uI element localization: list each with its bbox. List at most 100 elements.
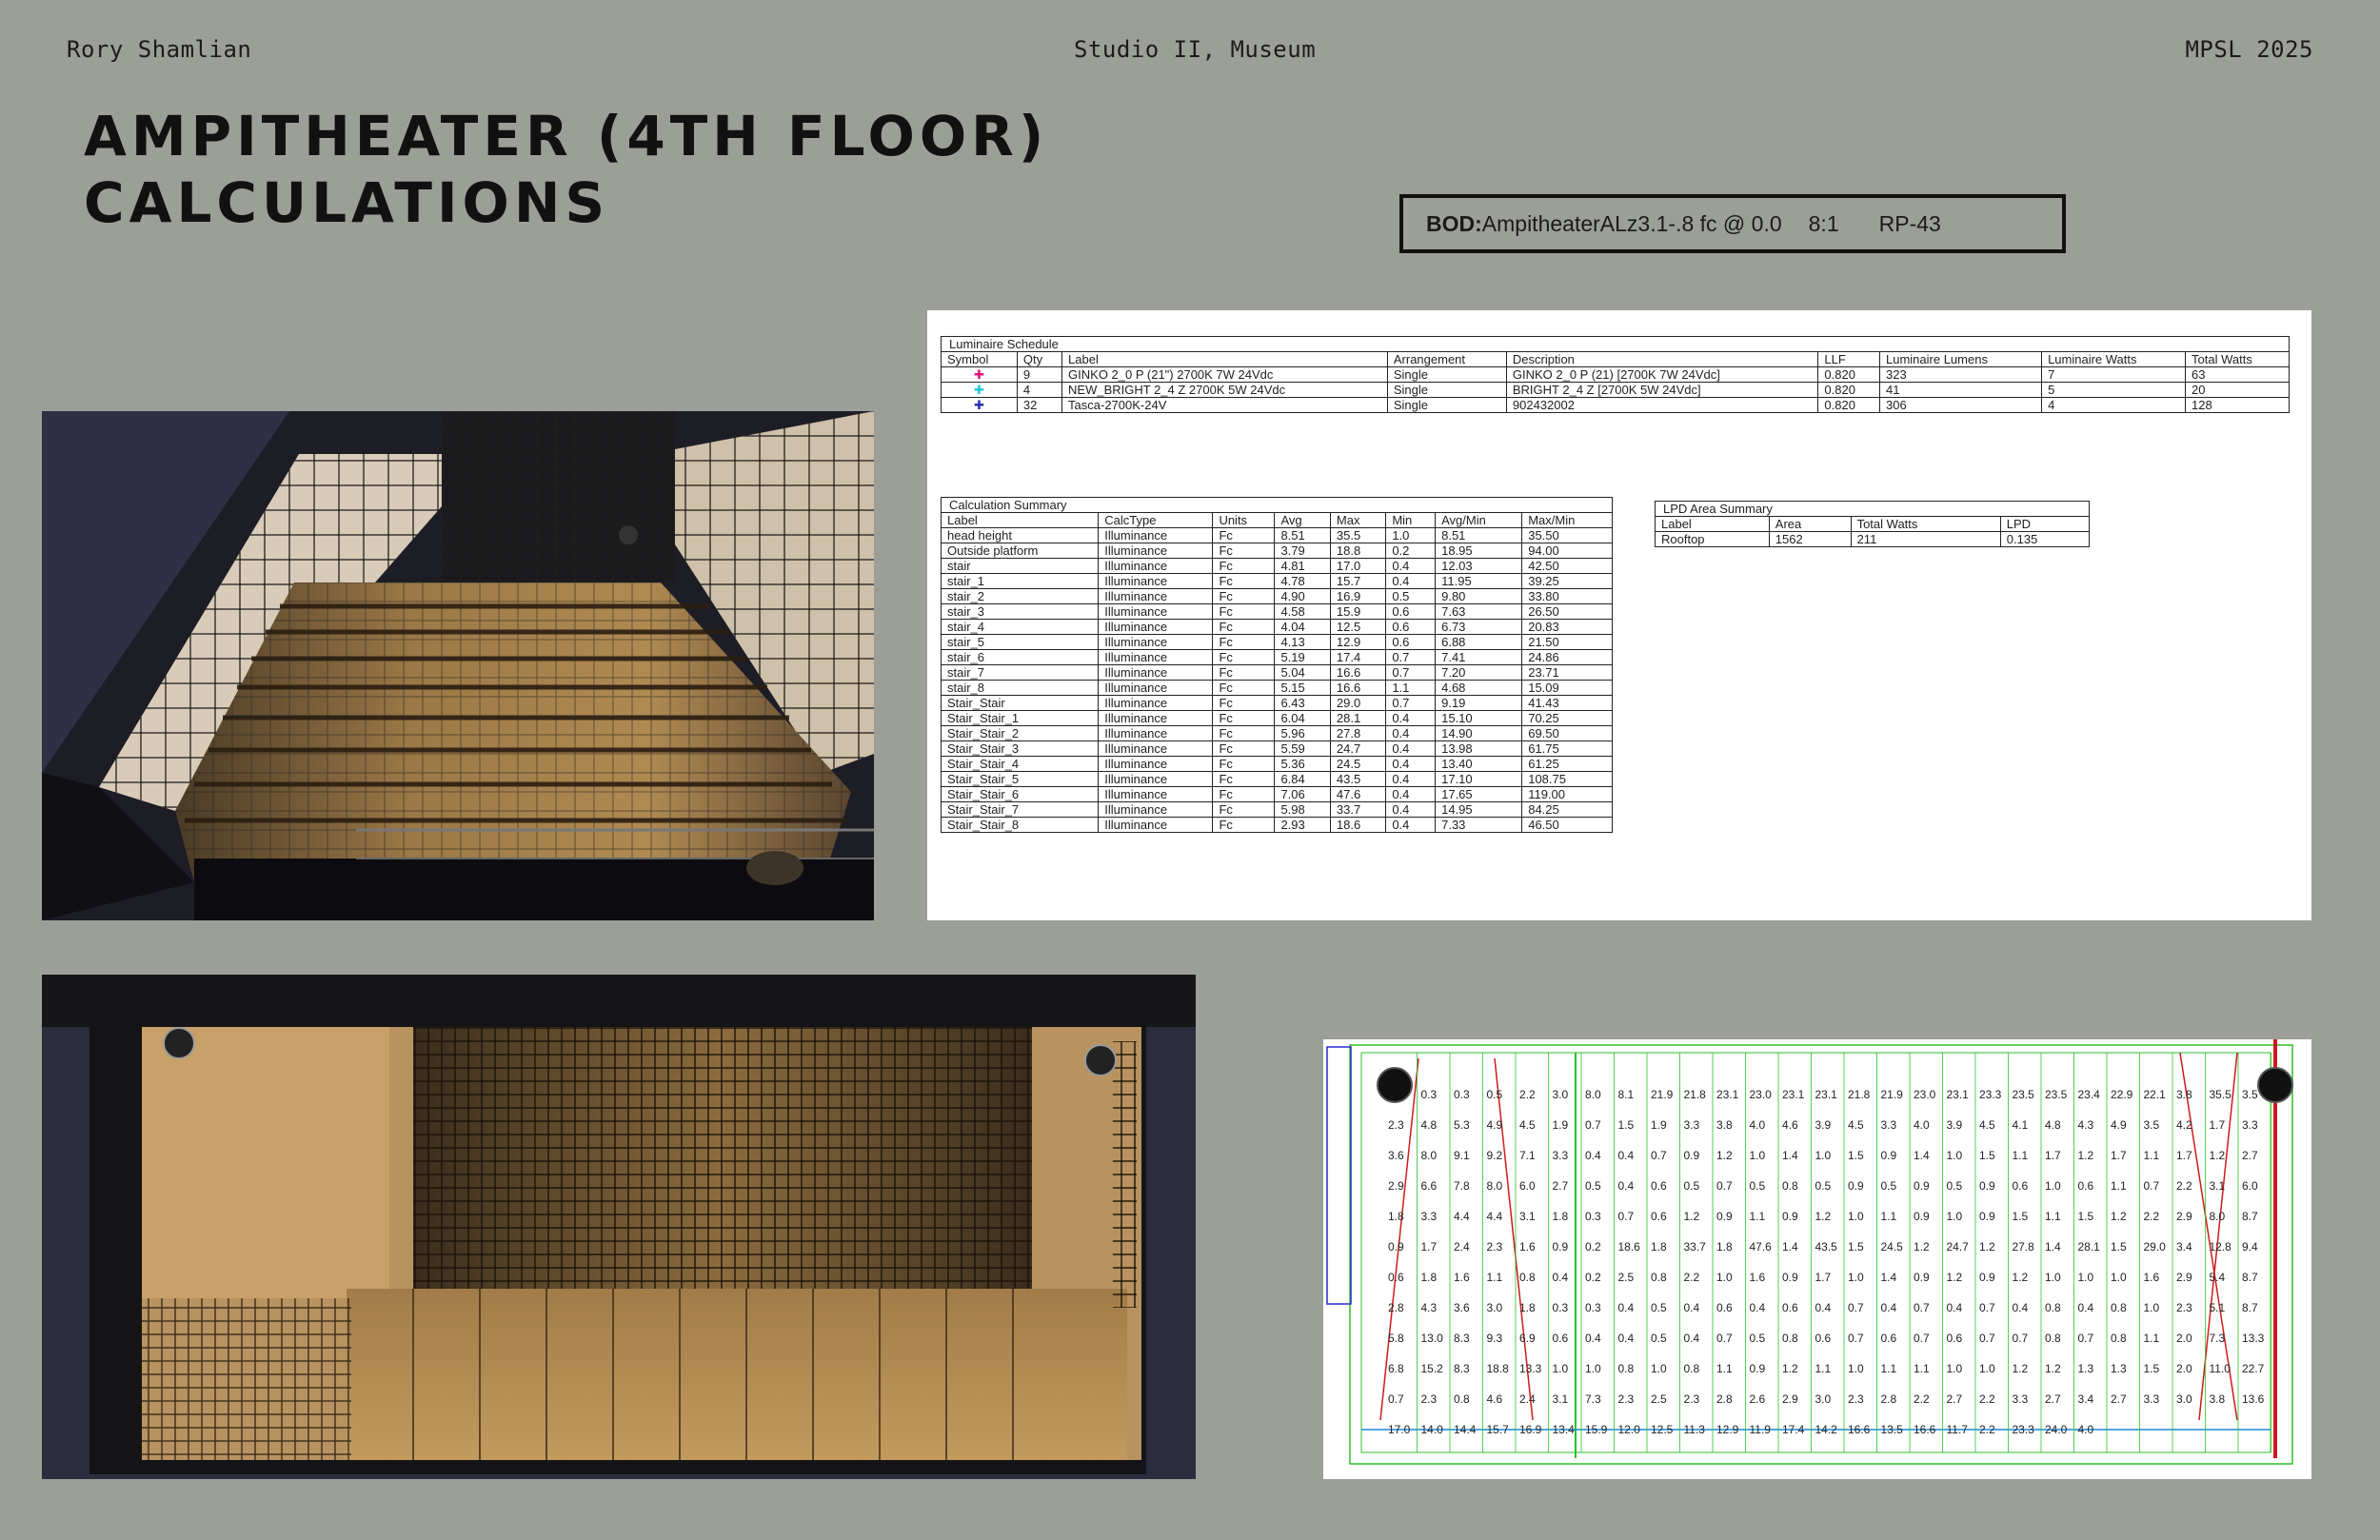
point-value: 1.0 bbox=[1947, 1210, 1963, 1223]
point-value: 2.4 bbox=[1454, 1240, 1470, 1254]
calculation-sheet: Luminaire Schedule Symbol Qty Label Arrange… bbox=[927, 310, 2311, 920]
bod-target: .1-.8 fc @ 0.0 bbox=[1650, 210, 1782, 236]
point-value: 8.0 bbox=[2210, 1210, 2226, 1223]
point-value: 1.8 bbox=[1388, 1210, 1404, 1223]
point-value: 1.8 bbox=[1553, 1210, 1569, 1223]
table-cell: 8.51 bbox=[1274, 527, 1331, 543]
table-cell: 35.50 bbox=[1521, 527, 1613, 543]
table-cell: 15.9 bbox=[1329, 603, 1387, 620]
point-value: 0.4 bbox=[1684, 1332, 1700, 1345]
point-value: 21.8 bbox=[1684, 1088, 1707, 1101]
table-cell: Fc bbox=[1212, 817, 1276, 833]
table-cell: 0.4 bbox=[1385, 756, 1437, 772]
point-value: 24.5 bbox=[1881, 1240, 1904, 1254]
point-value: 17.4 bbox=[1782, 1423, 1805, 1436]
table-cell: 17.0 bbox=[1329, 558, 1387, 574]
table-cell: 18.6 bbox=[1329, 817, 1387, 833]
point-value: 3.0 bbox=[2176, 1392, 2192, 1406]
table-cell: 39.25 bbox=[1521, 573, 1613, 589]
point-value: 1.0 bbox=[1848, 1362, 1864, 1375]
table-row: Rooftop 1562 211 0.135 bbox=[1655, 531, 2091, 547]
point-value: 1.0 bbox=[1750, 1149, 1766, 1162]
point-value: 0.9 bbox=[1388, 1240, 1404, 1254]
table-cell: Illuminance bbox=[1098, 543, 1214, 559]
table-cell: Illuminance bbox=[1098, 558, 1214, 574]
point-value: 1.1 bbox=[2144, 1149, 2160, 1162]
table-cell: 7.63 bbox=[1435, 603, 1523, 620]
point-value: 12.5 bbox=[1651, 1423, 1674, 1436]
luminaire-icon bbox=[2257, 1067, 2293, 1103]
point-value: 1.5 bbox=[1979, 1149, 1995, 1162]
table-cell: 69.50 bbox=[1521, 725, 1613, 741]
point-value: 0.8 bbox=[1454, 1392, 1470, 1406]
point-value: 2.3 bbox=[1618, 1392, 1635, 1406]
point-value: 0.7 bbox=[1848, 1332, 1864, 1345]
point-value: 7.3 bbox=[2210, 1332, 2226, 1345]
point-value: 6.6 bbox=[1421, 1179, 1438, 1193]
table-cell: 42.50 bbox=[1521, 558, 1613, 574]
point-value: 7.1 bbox=[1519, 1149, 1536, 1162]
table-cell: Illuminance bbox=[1098, 680, 1214, 696]
point-value: 0.6 bbox=[1388, 1271, 1404, 1284]
table-cell: 323 bbox=[1878, 366, 2043, 383]
table-cell: 29.0 bbox=[1329, 695, 1387, 711]
table-header-cell: Qty bbox=[1016, 351, 1063, 367]
point-value: 2.2 bbox=[1979, 1423, 1995, 1436]
point-value: 1.4 bbox=[1782, 1240, 1798, 1254]
point-value: 3.3 bbox=[1881, 1118, 1897, 1132]
point-value: 1.4 bbox=[1782, 1149, 1798, 1162]
table-row: stair_1 Illuminance Fc 4.78 15.7 0.4 11.95 39.2… bbox=[940, 573, 1613, 589]
point-value: 3.6 bbox=[1388, 1149, 1404, 1162]
table-cell: 4.90 bbox=[1274, 588, 1331, 604]
table-cell: 8.51 bbox=[1435, 527, 1523, 543]
table-cell: 47.6 bbox=[1329, 786, 1387, 802]
point-value: 1.7 bbox=[2210, 1118, 2226, 1132]
table-cell: 7.06 bbox=[1274, 786, 1331, 802]
table-row: Stair_Stair_1 Illuminance Fc 6.04 28.1 0.4 15.… bbox=[940, 710, 1613, 726]
point-value: 1.0 bbox=[1947, 1149, 1963, 1162]
point-value: 0.6 bbox=[1947, 1332, 1963, 1345]
point-value: 1.2 bbox=[2013, 1362, 2029, 1375]
point-value: 4.3 bbox=[1421, 1301, 1438, 1314]
point-value: 2.3 bbox=[1388, 1118, 1404, 1132]
table-cell: 21.50 bbox=[1521, 634, 1613, 650]
table-cell: 7 bbox=[2041, 366, 2186, 383]
table-cell: Fc bbox=[1212, 664, 1276, 681]
table-row: ✚ 4 NEW_BRIGHT 2_4 Z 2700K 5W 24Vdc Single B… bbox=[941, 382, 2290, 398]
point-value: 3.9 bbox=[1947, 1118, 1963, 1132]
point-value: 1.1 bbox=[1914, 1362, 1930, 1375]
point-value: 1.0 bbox=[1651, 1362, 1667, 1375]
table-cell: Illuminance bbox=[1098, 801, 1214, 818]
table-row: stair Illuminance Fc 4.81 17.0 0.4 12.03 42.50 bbox=[940, 558, 1613, 574]
table-cell: 94.00 bbox=[1521, 543, 1613, 559]
point-value: 0.9 bbox=[1914, 1210, 1930, 1223]
point-value: 3.3 bbox=[1421, 1210, 1438, 1223]
point-value: 2.8 bbox=[1881, 1392, 1897, 1406]
point-value: 8.1 bbox=[1618, 1088, 1635, 1101]
table-cell: 3.79 bbox=[1274, 543, 1331, 559]
point-value: 23.1 bbox=[1947, 1088, 1970, 1101]
point-value: 1.5 bbox=[1848, 1149, 1864, 1162]
point-value: 6.8 bbox=[1388, 1362, 1404, 1375]
luminaire-symbol-icon: ✚ bbox=[941, 382, 1018, 398]
point-value: 0.7 bbox=[1716, 1332, 1733, 1345]
point-value: 2.2 bbox=[1979, 1392, 1995, 1406]
table-cell: Stair_Stair_3 bbox=[940, 740, 1100, 757]
point-value: 1.2 bbox=[2045, 1362, 2061, 1375]
table-cell: Outside platform bbox=[940, 543, 1100, 559]
table-cell: 0.135 bbox=[1999, 531, 2091, 547]
table-header-cell: Max bbox=[1329, 512, 1387, 528]
table-cell: GINKO 2_0 P (21) [2700K 7W 24Vdc] bbox=[1505, 366, 1819, 383]
table-cell: Fc bbox=[1212, 603, 1276, 620]
table-cell: Fc bbox=[1212, 680, 1276, 696]
point-value: 0.4 bbox=[2013, 1301, 2029, 1314]
point-value: 2.3 bbox=[2176, 1301, 2192, 1314]
table-cell: 0.820 bbox=[1817, 366, 1880, 383]
point-value: 2.6 bbox=[1750, 1392, 1766, 1406]
point-value: 3.8 bbox=[2176, 1088, 2192, 1101]
point-value: 1.1 bbox=[2045, 1210, 2061, 1223]
table-row: stair_6 Illuminance Fc 5.19 17.4 0.7 7.41 24.86 bbox=[940, 649, 1613, 665]
bod-space: Ampitheater bbox=[1481, 210, 1600, 236]
table-cell: 17.4 bbox=[1329, 649, 1387, 665]
point-value: 22.1 bbox=[2144, 1088, 2167, 1101]
